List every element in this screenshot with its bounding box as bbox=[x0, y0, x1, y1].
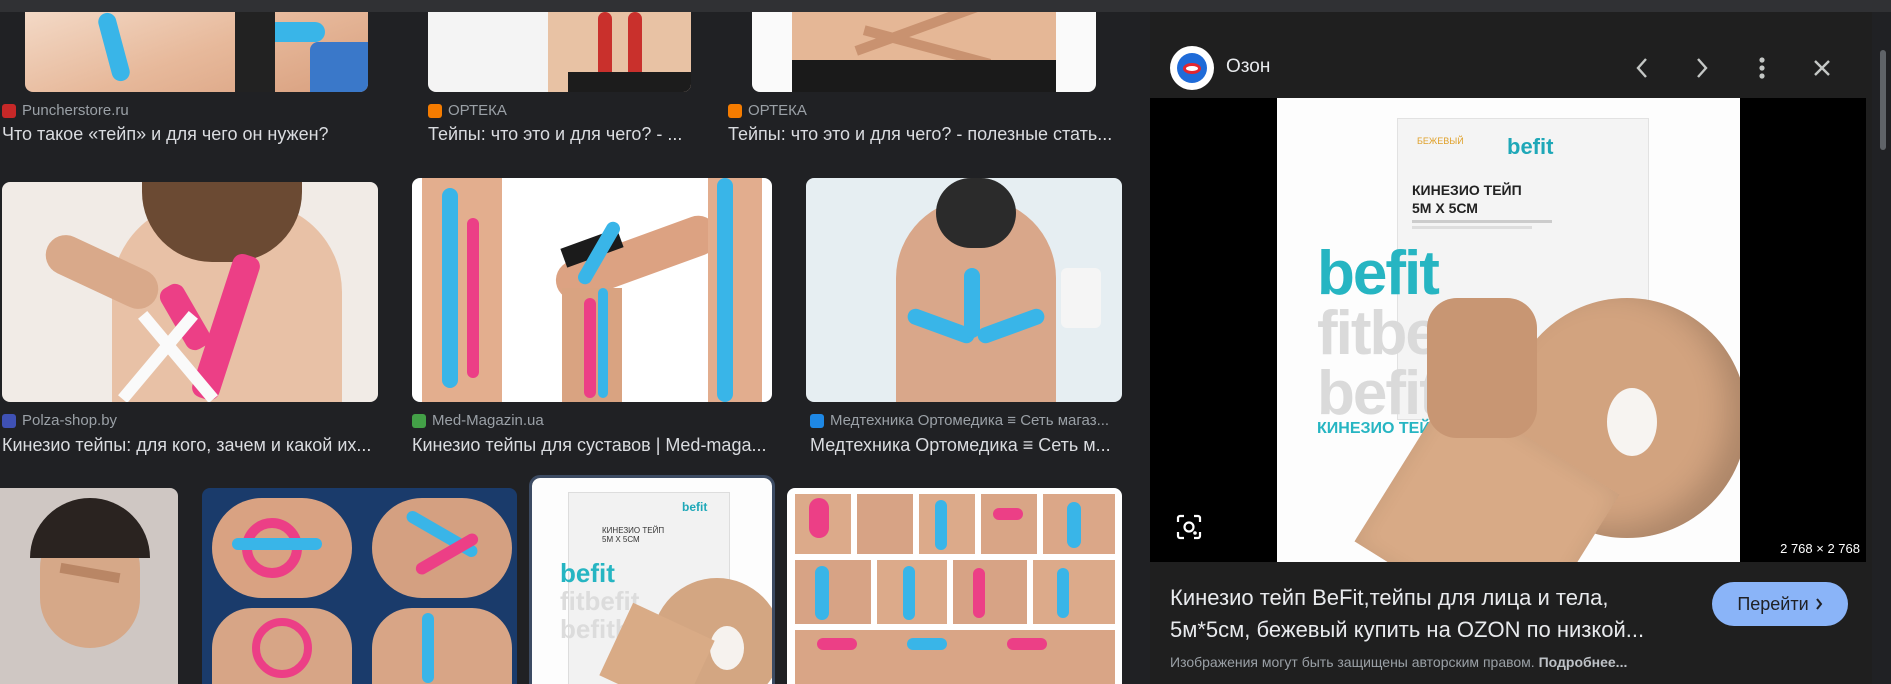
result-image-1[interactable] bbox=[25, 12, 368, 92]
result-image-6[interactable] bbox=[806, 178, 1122, 402]
favicon-icon bbox=[412, 413, 426, 428]
result-image-8[interactable] bbox=[202, 488, 517, 684]
product-image[interactable]: БЕЖЕВЫЙ befit КИНЕЗИО ТЕЙП 5М Х 5СМ befi… bbox=[1277, 98, 1740, 562]
result-image-2[interactable] bbox=[428, 12, 691, 92]
result-title-3[interactable]: Тейпы: что это и для чего? - полезные ст… bbox=[728, 124, 1120, 145]
product-brand: befit bbox=[1507, 134, 1554, 159]
preview-panel: Озон БЕЖЕВЫЙ befit КИНЕЗИО ТЕЙП 5М Х 5СМ… bbox=[1150, 12, 1872, 684]
product-logo-small: befit bbox=[560, 558, 615, 588]
result-title-5[interactable]: Кинезио тейпы для суставов | Med-maga... bbox=[412, 435, 774, 456]
product-color-label: БЕЖЕВЫЙ bbox=[1417, 136, 1464, 146]
more-vert-icon[interactable] bbox=[1744, 50, 1780, 86]
result-source-2[interactable]: ОРТЕКА bbox=[428, 102, 688, 119]
product-brand-small: befit bbox=[682, 500, 708, 514]
preview-image-area[interactable]: БЕЖЕВЫЙ befit КИНЕЗИО ТЕЙП 5М Х 5СМ befi… bbox=[1150, 98, 1866, 562]
next-icon[interactable] bbox=[1684, 50, 1720, 86]
favicon-icon bbox=[2, 413, 16, 428]
close-icon[interactable] bbox=[1804, 50, 1840, 86]
ozon-logo-icon[interactable] bbox=[1170, 46, 1214, 90]
top-bar bbox=[0, 0, 1891, 12]
prev-icon[interactable] bbox=[1624, 50, 1660, 86]
result-image-10[interactable] bbox=[787, 488, 1122, 684]
panel-site-name[interactable]: Озон bbox=[1226, 56, 1270, 78]
result-image-9-selected[interactable]: befit КИНЕЗИО ТЕЙП 5М Х 5СМ befit fitbefi… bbox=[529, 475, 775, 684]
result-image-7[interactable] bbox=[0, 488, 178, 684]
result-title-6[interactable]: Медтехника Ортомедика ≡ Сеть м... bbox=[810, 435, 1126, 456]
product-name-line1: КИНЕЗИО ТЕЙП bbox=[1412, 182, 1522, 198]
favicon-icon bbox=[810, 413, 824, 428]
result-image-5[interactable] bbox=[412, 178, 772, 402]
result-title-2[interactable]: Тейпы: что это и для чего? - ... bbox=[428, 124, 690, 145]
result-image-3[interactable] bbox=[752, 12, 1096, 92]
image-dimensions: 2 768 × 2 768 bbox=[1780, 541, 1860, 556]
learn-more-link[interactable]: Подробнее... bbox=[1539, 654, 1628, 670]
product-name-line2: 5М Х 5СМ bbox=[1412, 200, 1478, 216]
scrollbar[interactable] bbox=[1876, 12, 1891, 684]
result-image-4[interactable] bbox=[2, 182, 378, 402]
favicon-icon bbox=[728, 103, 742, 118]
visit-button[interactable]: Перейти bbox=[1712, 582, 1848, 626]
product-label-small: КИНЕЗИО ТЕЙП 5М Х 5СМ bbox=[602, 526, 665, 544]
result-source-4[interactable]: Polza-shop.by bbox=[2, 412, 372, 429]
copyright-notice: Изображения могут быть защищены авторски… bbox=[1170, 654, 1628, 670]
panel-title[interactable]: Кинезио тейп BeFit,тейпы для лица и тела… bbox=[1170, 582, 1670, 646]
result-source-6[interactable]: Медтехника Ортомедика ≡ Сеть магаз... bbox=[810, 412, 1130, 429]
favicon-icon bbox=[428, 103, 442, 118]
result-title-4[interactable]: Кинезио тейпы: для кого, зачем и какой и… bbox=[2, 435, 378, 456]
chevron-right-icon bbox=[1815, 598, 1822, 610]
result-title-1[interactable]: Что такое «тейп» и для чего он нужен? bbox=[2, 124, 372, 145]
result-source-5[interactable]: Med-Magazin.ua bbox=[412, 412, 772, 429]
result-source-1[interactable]: Puncherstore.ru bbox=[2, 102, 362, 119]
scrollbar-thumb[interactable] bbox=[1880, 50, 1886, 150]
lens-icon[interactable] bbox=[1170, 508, 1208, 546]
favicon-icon bbox=[2, 103, 16, 118]
result-source-3[interactable]: ОРТЕКА bbox=[728, 102, 1028, 119]
